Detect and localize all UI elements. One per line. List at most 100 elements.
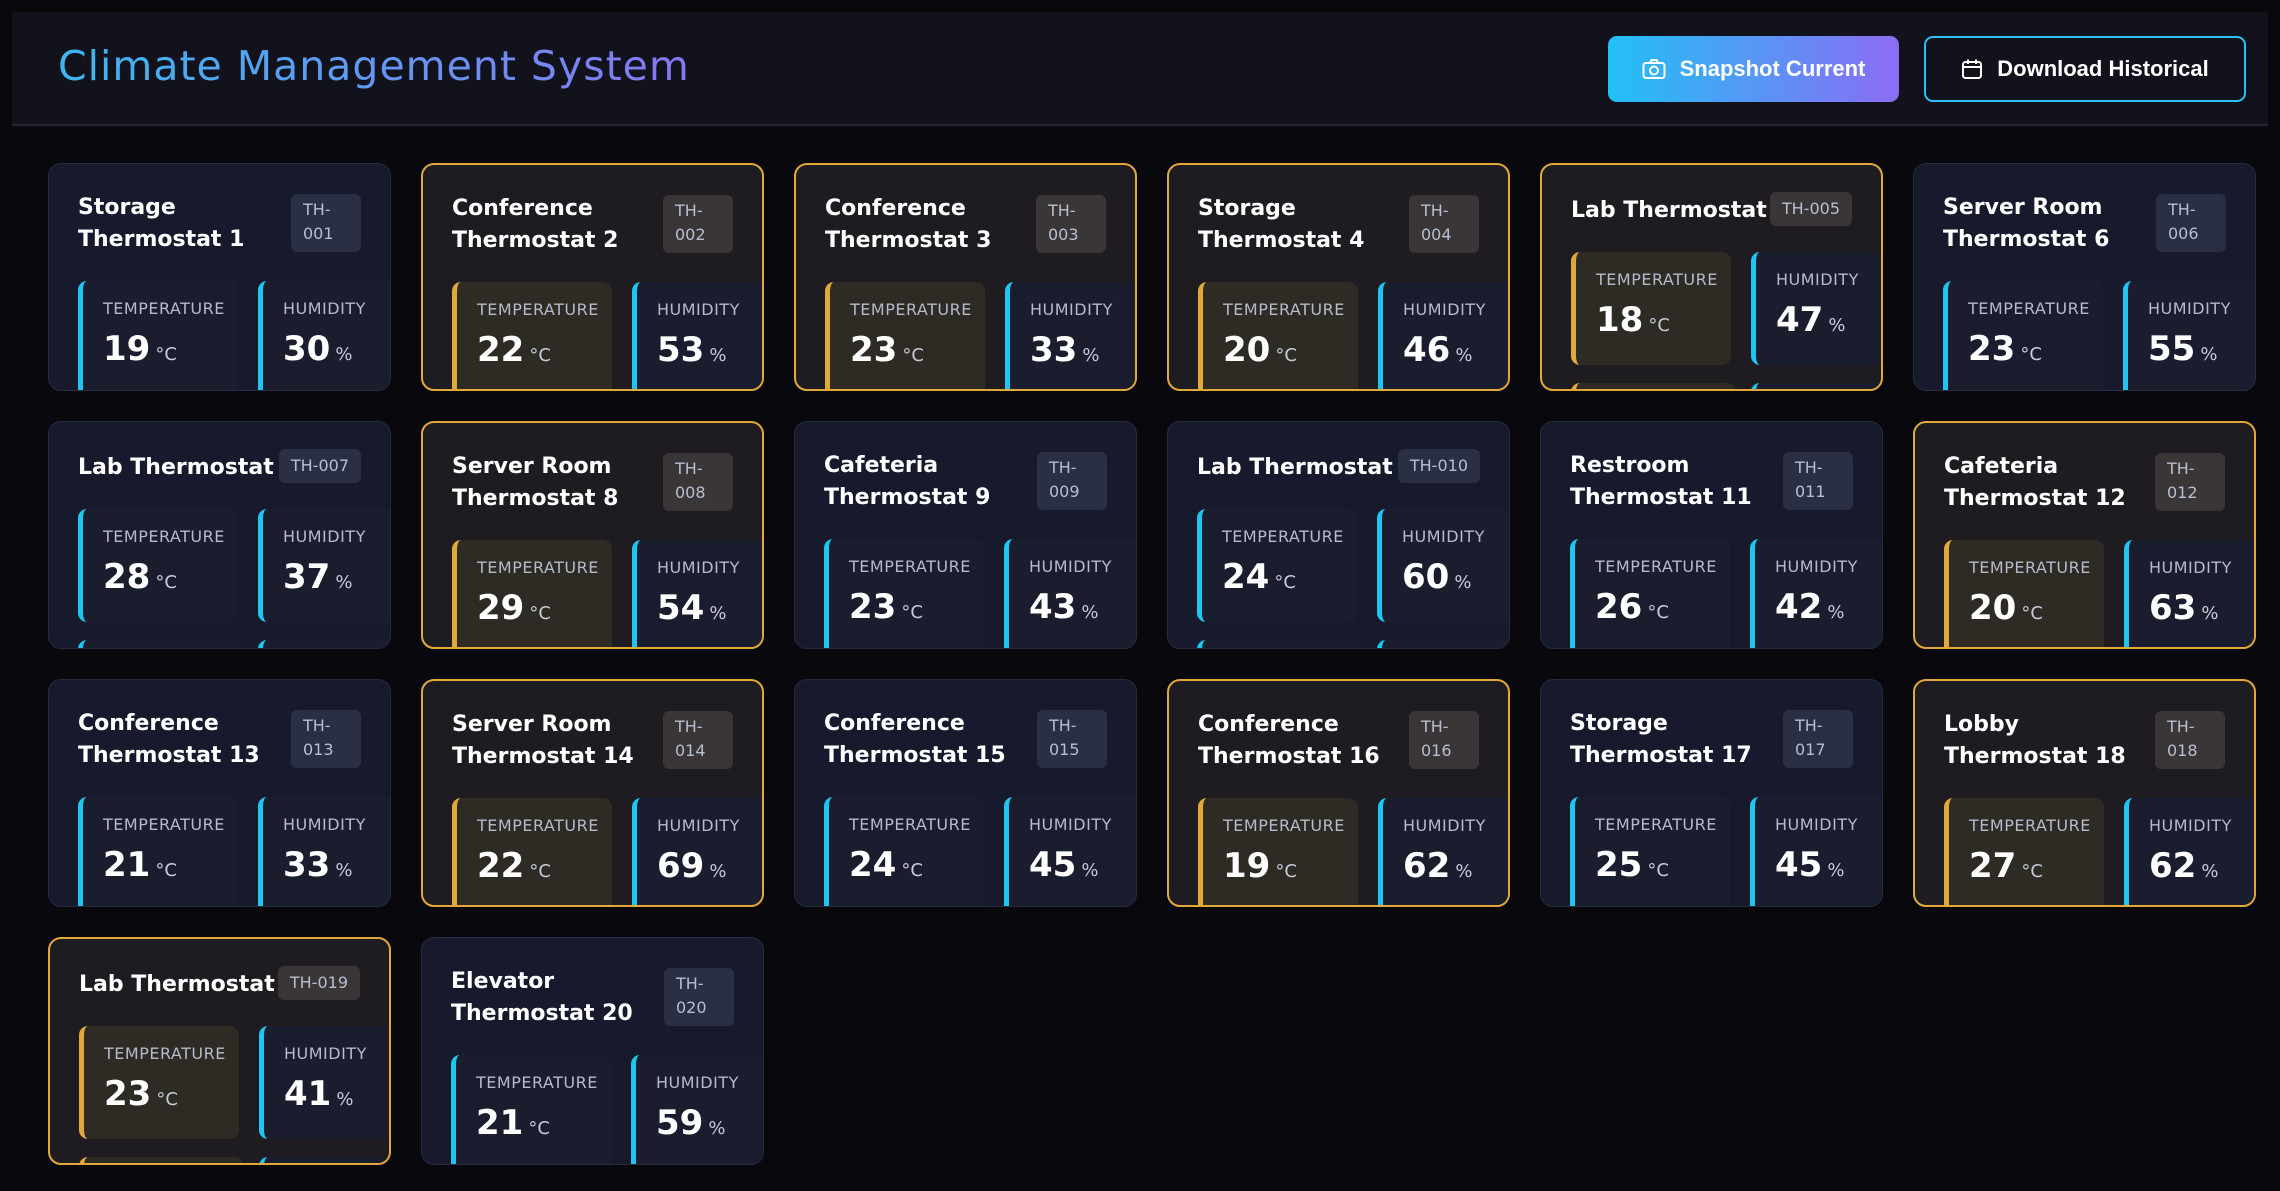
thermostat-card[interactable]: Conference Thermostat 13 TH-013 TEMPERATUR… <box>48 679 391 907</box>
temperature-panel: TEMPERATURE 25 °C <box>1570 797 1730 906</box>
temperature-label: TEMPERATURE <box>477 816 599 835</box>
humidity-unit: % <box>1827 602 1845 623</box>
humidity-value: 62 <box>1403 846 1451 886</box>
temperature-label: TEMPERATURE <box>1222 527 1344 546</box>
thermostat-name: Server Room Thermostat 6 <box>1943 195 2110 252</box>
humidity-unit: % <box>2200 344 2218 365</box>
temperature-panel: TEMPERATURE 21 °C <box>78 797 238 906</box>
overflow-panel-edge <box>78 640 243 648</box>
humidity-panel: HUMIDITY 45% <box>1750 797 1882 906</box>
humidity-readout: 45% <box>1029 845 1136 890</box>
thermostat-card[interactable]: Lab Thermostat 5 TH-005 TEMPERATURE 18 °C HUM… <box>1540 163 1883 391</box>
humidity-readout: 69% <box>657 847 762 891</box>
temperature-value: 23 <box>850 330 898 370</box>
thermostat-card[interactable]: Conference Thermostat 16 TH-016 TEMPERATUR… <box>1167 679 1510 907</box>
temperature-label: TEMPERATURE <box>104 1044 226 1063</box>
humidity-readout: 60% <box>1402 558 1509 602</box>
humidity-unit: % <box>1081 860 1099 881</box>
temperature-readout: 24 °C <box>1222 558 1357 602</box>
temperature-readout: 23 °C <box>849 588 984 632</box>
download-historical-button[interactable]: Download Historical <box>1924 36 2246 102</box>
humidity-value: 45 <box>1029 845 1077 885</box>
humidity-label: HUMIDITY <box>657 300 740 319</box>
thermostat-card[interactable]: Storage Thermostat 1 TH-001 TEMPERATURE 19 °… <box>48 163 391 391</box>
thermostat-card[interactable]: Cafeteria Thermostat 9 TH-009 TEMPERATURE 2… <box>794 421 1137 649</box>
thermostat-card[interactable]: Conference Thermostat 3 TH-003 TEMPERATURE… <box>794 163 1137 391</box>
humidity-value: 37 <box>283 557 331 597</box>
thermostat-card[interactable]: Server Room Thermostat 14 TH-014 TEMPERATU… <box>421 679 764 907</box>
humidity-readout: 46% <box>1403 331 1508 375</box>
temperature-value: 21 <box>476 1103 524 1143</box>
humidity-unit: % <box>335 344 353 365</box>
temperature-unit: °C <box>2021 861 2043 882</box>
humidity-value: 45 <box>1775 845 1823 885</box>
humidity-readout: 33% <box>283 846 390 890</box>
thermostat-card[interactable]: Conference Thermostat 15 TH-015 TEMPERATUR… <box>794 679 1137 907</box>
thermostat-card[interactable]: Storage Thermostat 17 TH-017 TEMPERATURE 25… <box>1540 679 1883 907</box>
humidity-value: 42 <box>1775 587 1823 627</box>
temperature-panel: TEMPERATURE 26 °C <box>1570 539 1730 648</box>
temperature-value: 28 <box>103 557 151 597</box>
thermostat-card[interactable]: Cafeteria Thermostat 12 TH-012 TEMPERATURE… <box>1913 421 2256 649</box>
humidity-unit: % <box>1082 345 1100 366</box>
temperature-panel: TEMPERATURE 22 °C <box>452 282 612 389</box>
humidity-panel: HUMIDITY 62% <box>2124 798 2254 905</box>
temperature-value: 19 <box>1223 846 1271 886</box>
humidity-label: HUMIDITY <box>283 815 366 834</box>
temperature-label: TEMPERATURE <box>1223 816 1345 835</box>
thermostat-card[interactable]: Storage Thermostat 4 TH-004 TEMPERATURE 20 °… <box>1167 163 1510 391</box>
humidity-unit: % <box>2201 603 2219 624</box>
temperature-unit: °C <box>1647 602 1669 623</box>
overflow-panel-edge <box>1197 640 1362 648</box>
thermostat-id-badge: TH-005 <box>1769 192 1852 226</box>
thermostat-name: Conference Thermostat 2 <box>452 196 619 253</box>
temperature-value: 22 <box>477 846 525 886</box>
thermostat-card[interactable]: Restroom Thermostat 11 TH-011 TEMPERATURE 2… <box>1540 421 1883 649</box>
humidity-label: HUMIDITY <box>284 1044 367 1063</box>
thermostat-card[interactable]: Lab Thermostat 7 TH-007 TEMPERATURE 28 °C HUM… <box>48 421 391 649</box>
snapshot-current-button[interactable]: Snapshot Current <box>1608 36 1899 102</box>
humidity-readout: 47% <box>1776 301 1881 345</box>
thermostat-name: Storage Thermostat 17 <box>1570 711 1752 768</box>
thermostat-card[interactable]: Lab Thermostat 10 TH-010 TEMPERATURE 24 °C HU… <box>1167 421 1510 649</box>
thermostat-name: Server Room Thermostat 14 <box>452 712 634 769</box>
temperature-panel: TEMPERATURE 23 °C <box>79 1026 239 1139</box>
overflow-panel-edge <box>1571 383 1736 389</box>
temperature-label: TEMPERATURE <box>1969 816 2091 835</box>
thermostat-name: Conference Thermostat 3 <box>825 196 992 253</box>
temperature-label: TEMPERATURE <box>103 815 225 834</box>
thermostat-card[interactable]: Server Room Thermostat 8 TH-008 TEMPERATUR… <box>421 421 764 649</box>
overflow-panel-edge <box>258 640 390 648</box>
temperature-label: TEMPERATURE <box>850 300 972 319</box>
overflow-panel-edge <box>259 1157 389 1163</box>
temperature-unit: °C <box>529 345 551 366</box>
temperature-value: 23 <box>1968 329 2016 369</box>
temperature-panel: TEMPERATURE 19 °C <box>1198 798 1358 905</box>
thermostat-card[interactable]: Server Room Thermostat 6 TH-006 TEMPERATUR… <box>1913 163 2256 391</box>
temperature-unit: °C <box>902 345 924 366</box>
thermostat-card[interactable]: Elevator Thermostat 20 TH-020 TEMPERATURE 2… <box>421 937 764 1165</box>
temperature-panel: TEMPERATURE 23 °C <box>1943 281 2103 390</box>
temperature-readout: 28 °C <box>103 558 238 602</box>
humidity-label: HUMIDITY <box>1403 300 1486 319</box>
thermostat-card[interactable]: Conference Thermostat 2 TH-002 TEMPERATURE… <box>421 163 764 391</box>
thermostat-id-badge: TH-013 <box>291 710 361 768</box>
thermostat-card[interactable]: Lab Thermostat 19 TH-019 TEMPERATURE 23 °C HU… <box>48 937 391 1165</box>
thermostat-card[interactable]: Lobby Thermostat 18 TH-018 TEMPERATURE 27 °C… <box>1913 679 2256 907</box>
humidity-label: HUMIDITY <box>1403 816 1486 835</box>
temperature-unit: °C <box>2021 603 2043 624</box>
temperature-label: TEMPERATURE <box>1969 558 2091 577</box>
humidity-unit: % <box>1827 860 1845 881</box>
thermostat-id-badge: TH-017 <box>1783 710 1853 768</box>
temperature-panel: TEMPERATURE 18 °C <box>1571 252 1731 365</box>
humidity-unit: % <box>1454 572 1472 593</box>
camera-icon <box>1642 58 1666 80</box>
temperature-unit: °C <box>1274 572 1296 593</box>
humidity-readout: 62% <box>2149 847 2254 891</box>
temperature-panel: TEMPERATURE 24 °C <box>1197 509 1357 622</box>
thermostat-name: Server Room Thermostat 8 <box>452 454 619 511</box>
thermostat-grid: Storage Thermostat 1 TH-001 TEMPERATURE 19 °… <box>48 163 2258 1165</box>
humidity-label: HUMIDITY <box>1402 527 1485 546</box>
temperature-readout: 25 °C <box>1595 846 1730 890</box>
humidity-readout: 37% <box>283 557 390 602</box>
